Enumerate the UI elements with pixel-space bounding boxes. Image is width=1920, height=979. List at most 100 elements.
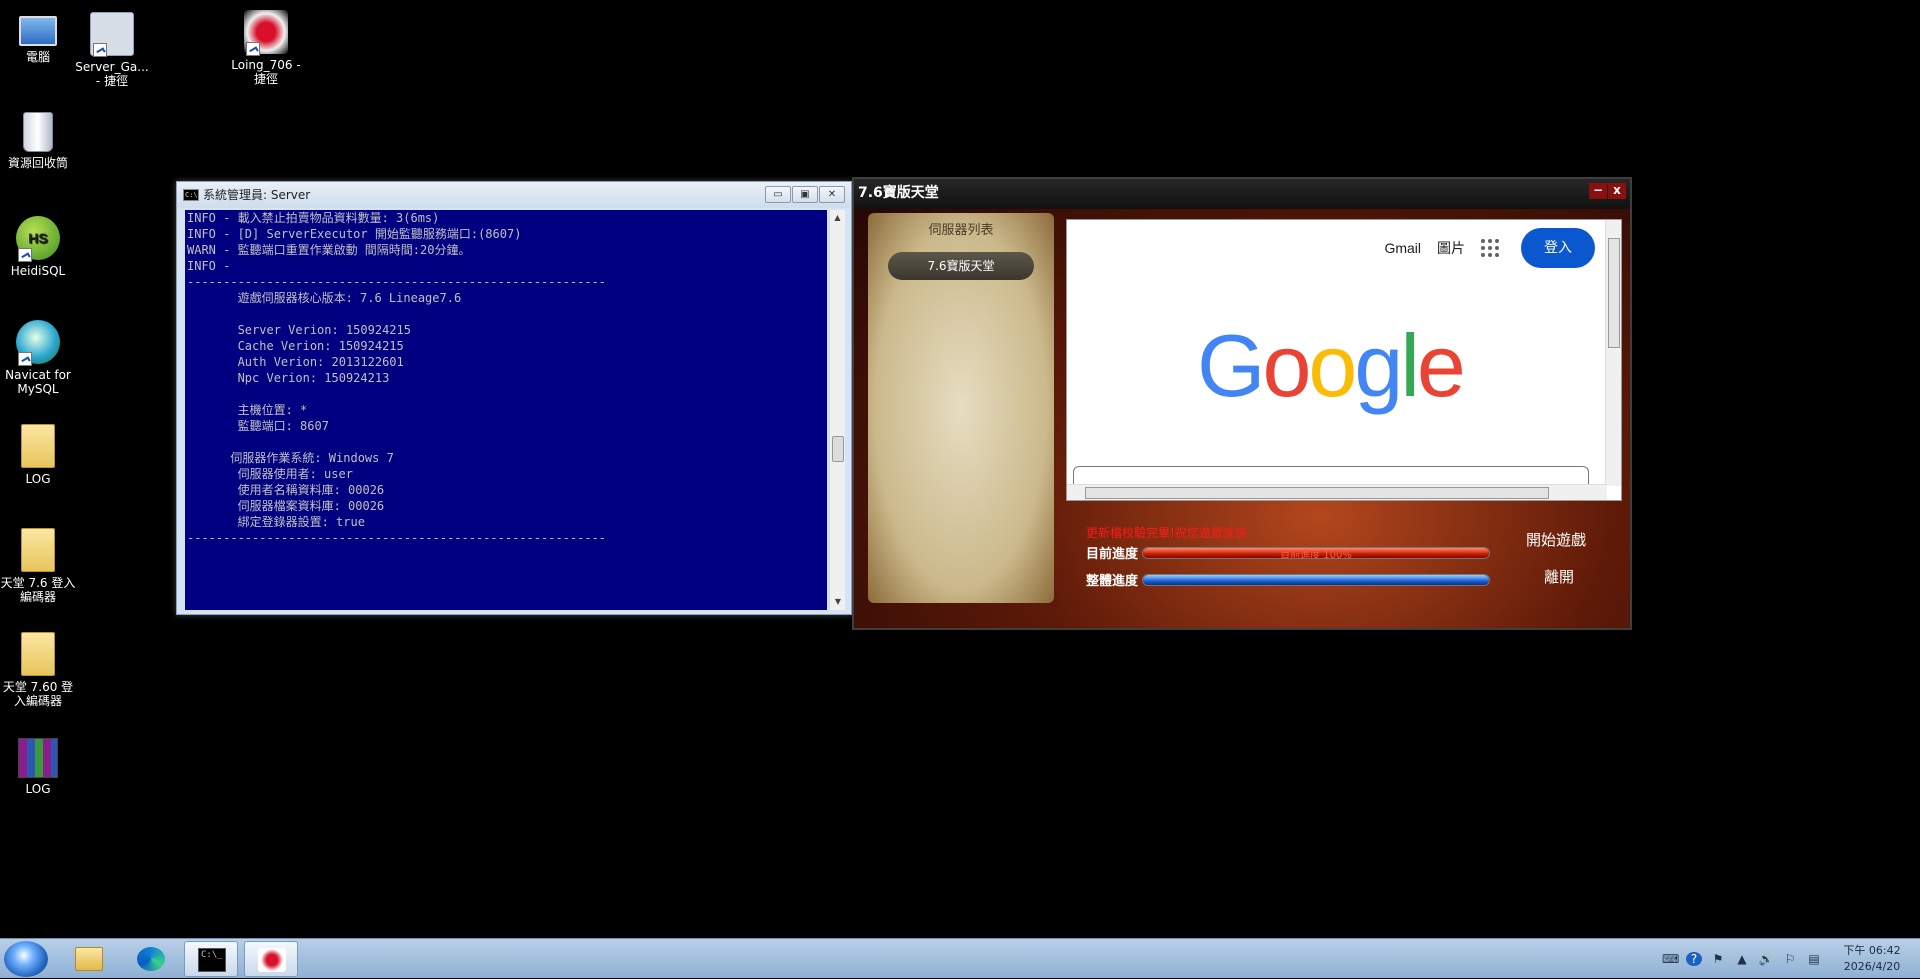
- volume-icon[interactable]: 🔊: [1758, 952, 1774, 966]
- shortcut-arrow-icon: [18, 248, 32, 262]
- scroll-up-icon[interactable]: ▲: [830, 210, 845, 226]
- folder-icon: [75, 947, 103, 971]
- action-center-icon[interactable]: ⚐: [1782, 952, 1798, 966]
- console-line: ----------------------------------------…: [187, 531, 607, 545]
- flag-icon[interactable]: ⚑: [1710, 952, 1726, 966]
- taskbar-edge[interactable]: [124, 941, 178, 977]
- desktop-icon-log-folder[interactable]: LOG: [0, 424, 80, 486]
- server-console-window[interactable]: C:\ 系統管理員: Server ▭ ▣ ✕ INFO - 載入禁止拍賣物品資…: [176, 181, 852, 615]
- gmail-link[interactable]: Gmail: [1384, 240, 1421, 256]
- cmd-icon: C:\: [183, 189, 199, 201]
- browser-vertical-scrollbar[interactable]: [1605, 220, 1621, 486]
- apps-grid-icon[interactable]: [1481, 239, 1499, 257]
- desktop-icon-label: 天堂 7.60 登 入編碼器: [2, 680, 74, 708]
- shortcut-arrow-icon: [18, 352, 32, 366]
- cmd-icon: C:\_: [198, 948, 226, 972]
- desktop-icon-label: HeidiSQL: [10, 264, 66, 278]
- lineage-icon: [258, 948, 286, 972]
- current-progress-text: 目前進度 100%: [1280, 549, 1352, 559]
- console-line: INFO - [D] ServerExecutor 開始監聽服務端口:(8607…: [187, 227, 522, 241]
- help-icon[interactable]: ?: [1686, 952, 1702, 966]
- console-line: 監聽端口: 8607: [187, 419, 329, 433]
- maximize-button[interactable]: ▣: [792, 186, 818, 203]
- browser-horizontal-scrollbar[interactable]: [1067, 484, 1607, 500]
- current-progress-label: 目前進度: [1086, 547, 1139, 562]
- desktop-icon-label: LOG: [25, 782, 51, 796]
- launcher-close-button[interactable]: x: [1608, 183, 1626, 199]
- desktop-icon-login-encoder-760[interactable]: 天堂 7.60 登 入編碼器: [0, 632, 80, 708]
- total-progress-label: 整體進度: [1086, 574, 1139, 589]
- scroll-thumb[interactable]: [832, 436, 844, 462]
- scroll-thumb[interactable]: [1085, 487, 1549, 499]
- start-button[interactable]: [4, 941, 48, 977]
- desktop-icon-label: 電腦: [25, 50, 50, 64]
- system-tray: ⌨ ? ⚑ ▲ 🔊 ⚐ ▤ 下午 06:42 2026/4/20: [1662, 939, 1920, 979]
- console-line: 遊戲伺服器核心版本: 7.6 Lineage7.6: [187, 291, 462, 305]
- recycle-bin-icon: [23, 112, 53, 152]
- total-progress-row: 整體進度: [1086, 570, 1490, 589]
- taskbar: C:\_ ⌨ ? ⚑ ▲ 🔊 ⚐ ▤ 下午 06:42 2026/4/20: [0, 938, 1920, 978]
- desktop-icon-label: 天堂 7.6 登入 編碼器: [0, 576, 76, 604]
- console-title-bar[interactable]: C:\ 系統管理員: Server ▭ ▣ ✕: [177, 182, 851, 208]
- sign-in-button[interactable]: 登入: [1521, 228, 1595, 268]
- console-line: 綁定登錄器設置: true: [187, 515, 365, 529]
- scroll-down-icon[interactable]: ▼: [830, 594, 846, 610]
- images-link[interactable]: 圖片: [1437, 238, 1465, 258]
- edge-icon: [137, 947, 165, 971]
- desktop-icon-computer[interactable]: 電腦: [0, 10, 80, 64]
- taskbar-lineage[interactable]: [244, 941, 298, 977]
- google-top-bar: Gmail 圖片 登入: [1384, 228, 1595, 268]
- total-progress-fill: [1143, 574, 1489, 585]
- console-line: 使用者名稱資料庫: 00026: [187, 483, 385, 497]
- lineage-launcher-window[interactable]: 7.6寶版天堂 − x 伺服器列表 7.6寶版天堂 Gmail 圖片 登入 Go…: [852, 177, 1632, 630]
- server-list-panel: 伺服器列表 7.6寶版天堂: [868, 213, 1054, 603]
- console-line: Cache Verion: 150924215: [187, 339, 404, 353]
- arrow-up-icon[interactable]: ▲: [1734, 952, 1750, 966]
- desktop-icon-loing-shortcut[interactable]: Loing_706 - 捷徑: [224, 10, 308, 86]
- server-list-item[interactable]: 7.6寶版天堂: [888, 252, 1034, 280]
- navicat-icon: [16, 320, 60, 366]
- clock-time: 下午 06:42: [1843, 944, 1901, 957]
- google-logo: Google: [1197, 316, 1466, 415]
- console-line: INFO - 載入禁止拍賣物品資料數量: 3(6ms): [187, 211, 440, 225]
- minimize-button[interactable]: ▭: [765, 186, 791, 203]
- console-line: 伺服器檔案資料庫: 00026: [187, 499, 385, 513]
- desktop-icon-login-encoder-76[interactable]: 天堂 7.6 登入 編碼器: [0, 528, 80, 604]
- console-output[interactable]: INFO - 載入禁止拍賣物品資料數量: 3(6ms) INFO - [D] Se…: [185, 210, 827, 610]
- console-title: 系統管理員: Server: [203, 188, 311, 202]
- console-scrollbar[interactable]: ▲ ▼: [829, 210, 845, 610]
- console-line: WARN - 監聽端口重置作業啟動 間隔時間:20分鐘。: [187, 243, 471, 257]
- desktop-icon-server-gateway-shortcut[interactable]: Server_Ga... - 捷徑: [70, 12, 154, 88]
- keyboard-icon[interactable]: ⌨: [1662, 952, 1679, 966]
- desktop: 電腦 Server_Ga... - 捷徑 Loing_706 - 捷徑 資源回收…: [0, 0, 1920, 938]
- launcher-minimize-button[interactable]: −: [1589, 183, 1607, 199]
- network-icon[interactable]: ▤: [1806, 952, 1822, 966]
- current-progress-bar: 目前進度 100%: [1142, 546, 1490, 559]
- console-line: Auth Verion: 2013122601: [187, 355, 404, 369]
- desktop-icon-recycle-bin[interactable]: 資源回收筒: [0, 112, 80, 170]
- desktop-icon-navicat[interactable]: Navicat for MySQL: [0, 320, 80, 396]
- desktop-icon-heidisql[interactable]: HS HeidiSQL: [0, 216, 80, 278]
- desktop-icon-label: Loing_706 - 捷徑: [231, 58, 301, 86]
- folder-icon: [21, 528, 55, 572]
- exit-button[interactable]: 離開: [1544, 566, 1574, 587]
- console-line: Server Verion: 150924215: [187, 323, 411, 337]
- embedded-browser[interactable]: Gmail 圖片 登入 Google: [1066, 219, 1622, 501]
- heidisql-icon: HS: [16, 216, 60, 262]
- start-game-button[interactable]: 開始遊戲: [1526, 529, 1586, 550]
- console-line: Npc Verion: 150924213: [187, 371, 390, 385]
- launcher-title[interactable]: 7.6寶版天堂: [854, 179, 1630, 209]
- taskbar-cmd[interactable]: C:\_: [184, 941, 238, 977]
- close-button[interactable]: ✕: [819, 186, 845, 203]
- console-line: 伺服器作業系統: Windows 7: [187, 451, 394, 465]
- console-line: ----------------------------------------…: [187, 275, 607, 289]
- clock[interactable]: 下午 06:42 2026/4/20: [1830, 943, 1914, 975]
- taskbar-explorer[interactable]: [62, 941, 116, 977]
- console-line: INFO -: [187, 259, 231, 273]
- update-status-text: 更新檔校驗完畢!祝您遊戲愉快: [1086, 526, 1247, 540]
- scroll-thumb[interactable]: [1608, 238, 1620, 348]
- desktop-icon-log-archive[interactable]: LOG: [0, 738, 80, 796]
